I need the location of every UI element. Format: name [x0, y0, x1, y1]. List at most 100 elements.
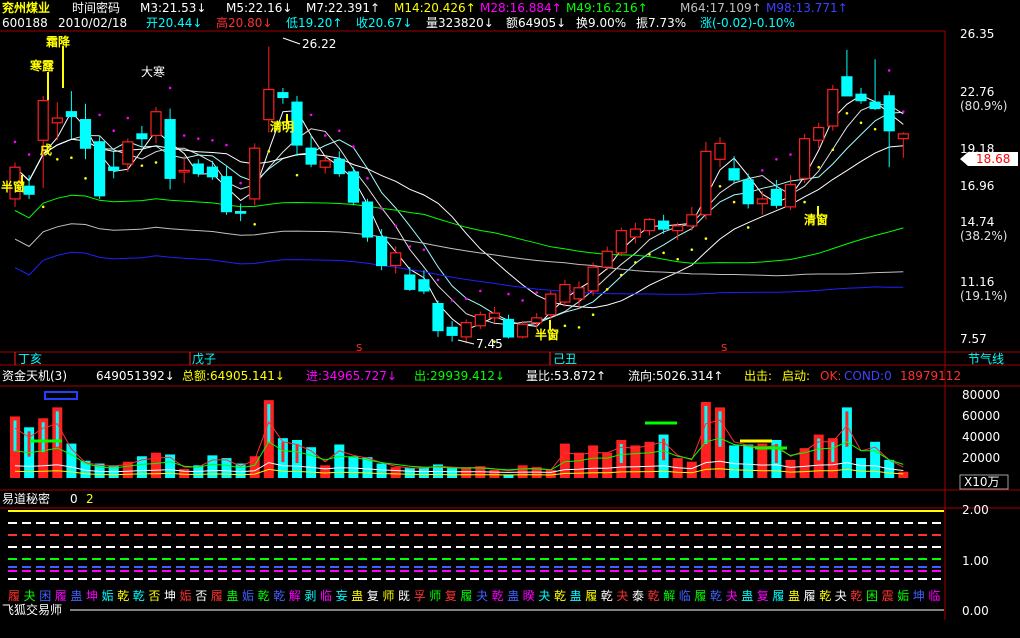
sar-dot	[338, 129, 341, 133]
price-tick: 16.96	[960, 179, 994, 193]
indicator-tick: 1.00	[962, 554, 989, 568]
hexagram-char: 师	[382, 589, 394, 603]
hexagram-char: 乾	[258, 589, 270, 603]
stock-code: 600188	[2, 16, 48, 30]
volume-inner-bar	[718, 411, 722, 447]
volume-bar	[545, 469, 556, 478]
hexagram-char: 乾	[117, 589, 129, 603]
volume-inner-bar	[41, 422, 45, 453]
indicator-header: 易道秘密 0 2	[2, 491, 94, 506]
ma-line-7	[14, 111, 904, 326]
hexagram-char: 姤	[897, 589, 909, 603]
candle-body	[559, 283, 571, 303]
indicator-tick: 0.00	[962, 604, 989, 618]
volume-unit: X10万	[964, 475, 1000, 489]
candle-body	[883, 95, 895, 132]
hexagram-char: 乾	[819, 589, 831, 603]
candle-body	[756, 198, 768, 205]
hexagram-char: 履	[804, 589, 816, 603]
hexagram-char: 蛊	[226, 589, 238, 603]
sar-dot	[182, 134, 186, 137]
candle-body	[798, 138, 811, 179]
stock-chart[interactable]: 兖州煤业 时间密码 M3:21.53↓ M5:22.16↓ M7:22.391↑…	[0, 0, 1020, 638]
sar-dot	[718, 184, 722, 188]
candle-body	[178, 169, 190, 173]
ma7-value: M7:22.391↑	[306, 1, 380, 15]
sar-dot	[309, 113, 313, 117]
s-mark: S	[356, 343, 362, 354]
candle-body	[643, 218, 656, 232]
candle-body	[51, 117, 63, 124]
sar-dot	[436, 278, 440, 282]
hexagram-char: 乾	[273, 589, 285, 603]
volume-bar	[559, 443, 570, 478]
candle-body	[657, 220, 670, 230]
volume-tick: 20000	[962, 451, 1000, 465]
sar-dot	[479, 289, 482, 293]
sar-dot	[563, 324, 567, 328]
ma-line-3	[14, 94, 904, 331]
sar-dot	[859, 121, 863, 125]
price-tick: 22.76	[960, 85, 994, 99]
sar-dot	[56, 157, 59, 161]
candle-body	[376, 236, 388, 267]
sar-dot	[732, 200, 736, 204]
sar-dot	[450, 299, 454, 302]
volume-bar	[743, 444, 754, 478]
period-label: 节气线	[968, 351, 1004, 366]
sar-dot	[746, 226, 750, 229]
hexagram-char: 困	[39, 589, 51, 603]
hexagram-char: 复	[367, 589, 379, 603]
candle-body	[672, 225, 684, 232]
volume-bar	[334, 444, 345, 478]
hexagram-char: 临	[679, 589, 691, 603]
hexagram-char: 履	[460, 589, 472, 603]
sar-dot	[295, 173, 299, 177]
candle-body	[728, 168, 740, 181]
candle-body	[587, 266, 599, 292]
sar-dot	[803, 200, 806, 204]
hexagram-char: 孚	[414, 589, 426, 603]
sar-dot	[577, 326, 581, 329]
sar-dot	[845, 111, 849, 115]
sar-dot	[902, 110, 905, 114]
candle-body	[263, 88, 275, 121]
change-value: 涨(-0.02)-0.10%	[700, 15, 795, 30]
candle-body	[742, 179, 754, 205]
hexagram-char: 夬	[616, 589, 628, 603]
candle-body	[333, 158, 345, 175]
sar-dot	[605, 288, 609, 291]
hexagram-char: 否	[195, 589, 207, 603]
candlesticks	[9, 46, 909, 344]
sar-dot	[521, 299, 524, 302]
sar-dot	[27, 153, 31, 156]
hexagram-char: 否	[148, 589, 160, 603]
hexagram-char: 姤	[180, 589, 192, 603]
candle-body	[418, 279, 430, 292]
volume-tick: 80000	[962, 388, 1000, 402]
price-tick: 14.74	[960, 215, 994, 229]
volume-header: 资金天机(3) 649051392↓ 总额:64905.141↓ 进:34965…	[2, 368, 961, 383]
volume-bar	[447, 467, 458, 478]
indicator-tick: 2.00	[962, 503, 989, 517]
candle-body	[601, 250, 613, 268]
volume-start: 启动:	[782, 369, 810, 383]
hexagram-char: 复	[445, 589, 457, 603]
moving-average-lines	[14, 94, 904, 331]
sar-dot	[211, 138, 214, 142]
sar-dot	[676, 257, 679, 261]
volume-bar	[376, 463, 387, 478]
ma64-value: M64:17.109↑	[680, 1, 762, 15]
hexagram-char: 困	[866, 589, 878, 603]
s-mark: S	[721, 343, 727, 354]
ma3-value: M3:21.53↓	[140, 1, 206, 15]
quote-date: 2010/02/18	[58, 16, 127, 30]
candle-body	[545, 293, 557, 316]
term-label: 寒露	[29, 58, 55, 73]
volume-bar	[856, 458, 866, 478]
hexagram-char: 履	[55, 589, 67, 603]
hexagram-char: 夬	[538, 589, 550, 603]
volume-in: 进:34965.727↓	[306, 369, 397, 383]
volume-markers	[30, 391, 787, 450]
volume-tick: 60000	[962, 409, 1000, 423]
